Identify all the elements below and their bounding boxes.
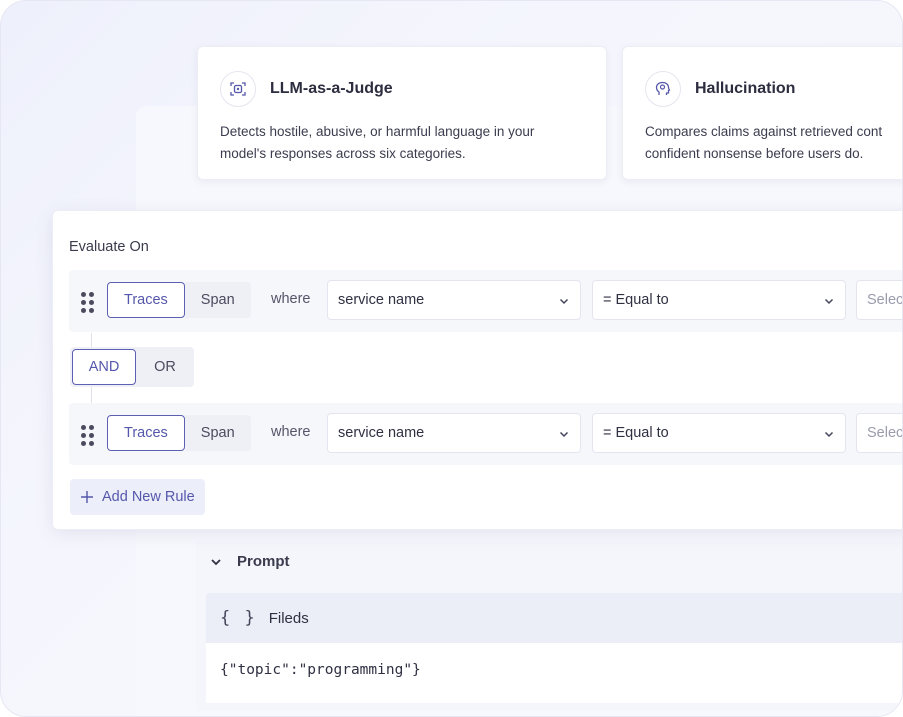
field-select-value: service name — [338, 292, 425, 308]
prompt-toggle[interactable]: Prompt — [209, 553, 290, 570]
chevron-down-icon — [824, 431, 834, 438]
section-title: Evaluate On — [69, 239, 149, 255]
traces-toggle-button[interactable]: Traces — [107, 282, 185, 318]
evaluate-on-panel: Evaluate On Traces Span where service na… — [52, 210, 903, 530]
app-frame: LLM-as-a-Judge Detects hostile, abusive,… — [0, 0, 903, 717]
scope-toggle: Traces Span — [107, 415, 251, 451]
field-select-value: service name — [338, 425, 425, 441]
span-toggle-button[interactable]: Span — [184, 282, 251, 318]
logic-toggle: AND OR — [70, 347, 194, 387]
card-title: Hallucination — [695, 80, 796, 97]
card-title: LLM-as-a-Judge — [270, 80, 393, 97]
and-button[interactable]: AND — [72, 349, 136, 385]
plus-icon — [81, 491, 93, 503]
add-new-rule-button[interactable]: Add New Rule — [70, 479, 205, 515]
where-label: where — [271, 424, 311, 440]
traces-toggle-button[interactable]: Traces — [107, 415, 185, 451]
value-select-placeholder: Selec — [867, 425, 903, 441]
prompt-label: Prompt — [237, 553, 290, 570]
fields-header: { } Fileds — [206, 593, 902, 643]
prompt-code-editor[interactable]: {"topic":"programming"} — [206, 643, 902, 703]
operator-select[interactable]: = Equal to — [592, 413, 846, 453]
card-description: Detects hostile, abusive, or harmful lan… — [220, 124, 535, 139]
operator-select-value: = Equal to — [603, 292, 669, 308]
where-label: where — [271, 291, 311, 307]
field-select[interactable]: service name — [327, 413, 581, 453]
judge-scan-icon — [220, 71, 256, 107]
span-toggle-button[interactable]: Span — [184, 415, 251, 451]
filter-rule-row: Traces Span where service name = Equal t… — [69, 270, 903, 332]
field-select[interactable]: service name — [327, 280, 581, 320]
braces-icon: { } — [220, 608, 257, 628]
head-brain-icon — [645, 71, 681, 107]
operator-select-value: = Equal to — [603, 425, 669, 441]
chevron-down-icon — [559, 298, 569, 305]
chevron-down-icon — [824, 298, 834, 305]
value-select[interactable]: Selec — [856, 413, 903, 453]
chevron-down-icon — [211, 558, 221, 565]
evaluator-card-hallucination[interactable]: Hallucination Compares claims against re… — [622, 46, 902, 180]
scope-toggle: Traces Span — [107, 282, 251, 318]
operator-select[interactable]: = Equal to — [592, 280, 846, 320]
value-select[interactable]: Selec — [856, 280, 903, 320]
fields-label: Fileds — [268, 609, 309, 627]
add-rule-label: Add New Rule — [102, 489, 195, 505]
card-description: model's responses across six categories. — [220, 146, 466, 161]
card-description: Compares claims against retrieved cont — [645, 124, 883, 139]
value-select-placeholder: Selec — [867, 292, 903, 308]
or-button[interactable]: OR — [136, 359, 194, 375]
code-text: {"topic":"programming"} — [220, 662, 421, 678]
chevron-down-icon — [559, 431, 569, 438]
drag-handle-icon[interactable] — [81, 292, 94, 313]
drag-handle-icon[interactable] — [81, 425, 94, 446]
filter-rule-row: Traces Span where service name = Equal t… — [69, 403, 903, 465]
card-description: confident nonsense before users do. — [645, 146, 864, 161]
evaluator-card-llm-judge[interactable]: LLM-as-a-Judge Detects hostile, abusive,… — [197, 46, 607, 180]
